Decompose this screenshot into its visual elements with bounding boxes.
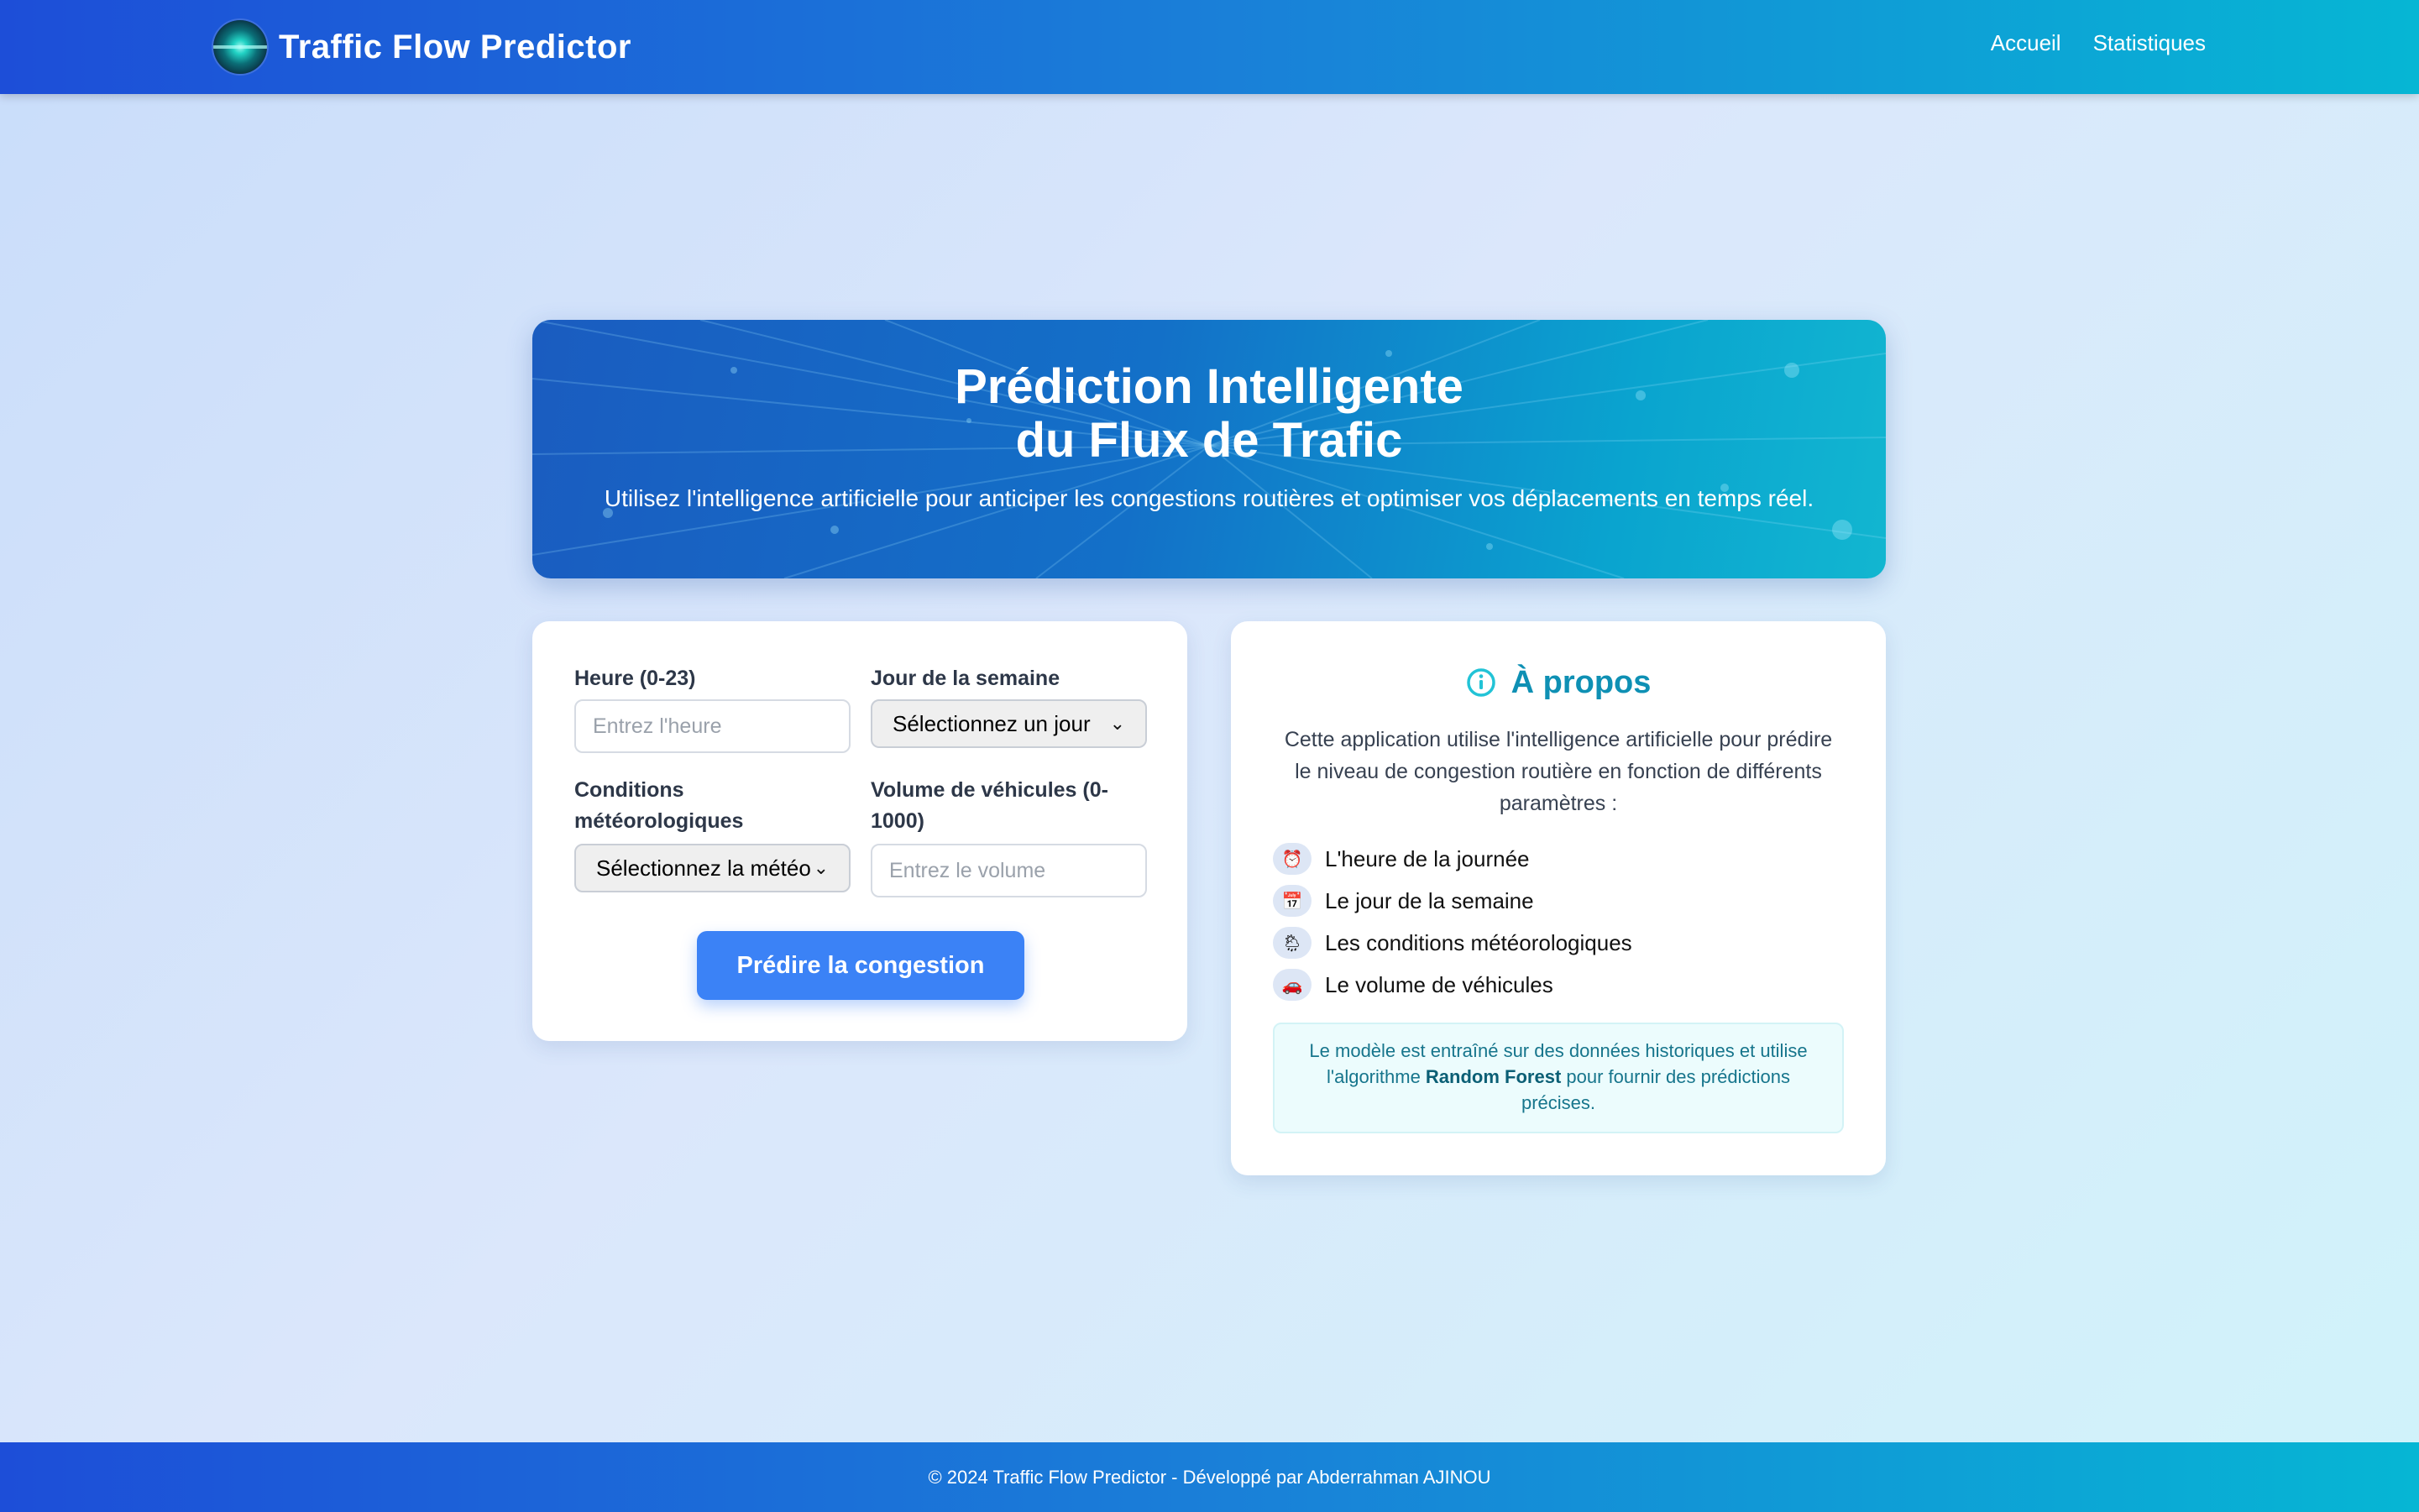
navbar: Traffic Flow Predictor Accueil Statistiq… — [0, 0, 2419, 94]
volume-label-line2: 1000) — [871, 809, 924, 833]
weather-icon: 🌦 — [1273, 927, 1312, 959]
list-item: 📅 Le jour de la semaine — [1273, 880, 1844, 922]
hour-placeholder: Entrez l'heure — [593, 714, 722, 738]
volume-placeholder: Entrez le volume — [889, 858, 1046, 882]
weather-select[interactable]: Sélectionnez la météo ⌄ — [574, 844, 851, 892]
footer-copyright: © 2024 Traffic Flow Predictor - Développ… — [928, 1466, 1491, 1488]
hour-input[interactable]: Entrez l'heure — [574, 699, 851, 753]
weather-label-line2: météorologiques — [574, 809, 744, 833]
chevron-down-icon: ⌄ — [813, 857, 829, 878]
hero-description: Utilisez l'intelligence artificielle pou… — [604, 485, 1814, 511]
feature-label: L'heure de la journée — [1325, 845, 1530, 871]
hero-title-line1: Prédiction Intelligente — [955, 359, 1463, 414]
about-card: À propos Cette application utilise l'int… — [1231, 621, 1886, 1175]
model-note-text-end: pour fournir des prédictions précises. — [1521, 1066, 1790, 1113]
nav-link-accueil[interactable]: Accueil — [1991, 30, 2061, 56]
weather-select-value: Sélectionnez la météo — [596, 855, 811, 881]
feature-label: Les conditions météorologiques — [1325, 929, 1632, 955]
about-title-text: À propos — [1511, 664, 1652, 700]
info-icon — [1466, 668, 1495, 697]
hero-title: Prédiction Intelligente du Flux de Trafi… — [532, 360, 1886, 468]
volume-input[interactable]: Entrez le volume — [871, 844, 1147, 897]
hero-banner: Prédiction Intelligente du Flux de Trafi… — [532, 320, 1886, 578]
model-name: Random Forest — [1425, 1066, 1562, 1087]
feature-list: ⏰ L'heure de la journée 📅 Le jour de la … — [1273, 838, 1844, 1006]
weather-label-line1: Conditions — [574, 778, 684, 802]
day-select[interactable]: Sélectionnez un jour ⌄ — [871, 699, 1147, 748]
about-title: À propos — [1231, 662, 1886, 704]
chevron-down-icon: ⌄ — [1109, 713, 1125, 734]
prediction-form-card: Heure (0-23) Entrez l'heure Jour de la s… — [532, 621, 1187, 1041]
hero-title-line2: du Flux de Trafic — [1015, 413, 1403, 468]
hour-label: Heure (0-23) — [574, 667, 696, 690]
brand-name: Traffic Flow Predictor — [279, 28, 631, 65]
predict-button[interactable]: Prédire la congestion — [697, 931, 1024, 1000]
list-item: 🚗 Le volume de véhicules — [1273, 964, 1844, 1006]
feature-label: Le jour de la semaine — [1325, 887, 1534, 913]
footer: © 2024 Traffic Flow Predictor - Développ… — [0, 1442, 2419, 1512]
logo-icon — [213, 20, 267, 74]
nav-link-statistiques[interactable]: Statistiques — [2093, 30, 2206, 56]
volume-label-line1: Volume de véhicules (0- — [871, 778, 1108, 802]
list-item: 🌦 Les conditions météorologiques — [1273, 922, 1844, 964]
calendar-icon: 📅 — [1273, 885, 1312, 917]
alarm-clock-icon: ⏰ — [1273, 843, 1312, 875]
brand[interactable]: Traffic Flow Predictor — [213, 20, 631, 74]
nav-links: Accueil Statistiques — [1991, 30, 2206, 56]
about-description: Cette application utilise l'intelligence… — [1284, 728, 1833, 815]
day-select-value: Sélectionnez un jour — [893, 710, 1091, 736]
day-label: Jour de la semaine — [871, 667, 1060, 690]
list-item: ⏰ L'heure de la journée — [1273, 838, 1844, 880]
car-icon: 🚗 — [1273, 969, 1312, 1001]
feature-label: Le volume de véhicules — [1325, 971, 1553, 997]
model-note: Le modèle est entraîné sur des données h… — [1273, 1023, 1844, 1133]
volume-label: Volume de véhicules (0- 1000) — [871, 775, 1108, 837]
weather-label: Conditions météorologiques — [574, 775, 743, 837]
